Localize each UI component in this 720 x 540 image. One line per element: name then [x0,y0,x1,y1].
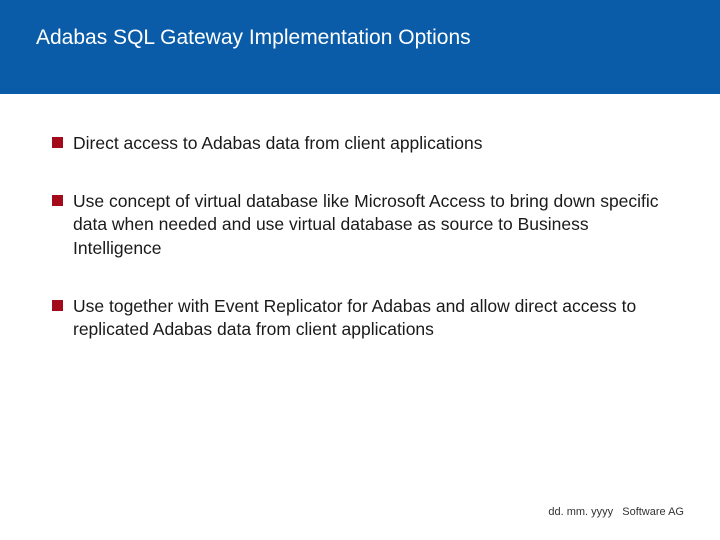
slide: Adabas SQL Gateway Implementation Option… [0,0,720,540]
footer: dd. mm. yyyy Software AG [548,506,684,518]
square-bullet-icon [52,137,63,148]
bullet-text: Direct access to Adabas data from client… [73,132,483,156]
bullet-text: Use together with Event Replicator for A… [73,295,668,342]
content-area: Direct access to Adabas data from client… [0,94,720,342]
list-item: Direct access to Adabas data from client… [52,132,668,156]
list-item: Use concept of virtual database like Mic… [52,190,668,261]
square-bullet-icon [52,195,63,206]
bullet-text: Use concept of virtual database like Mic… [73,190,668,261]
list-item: Use together with Event Replicator for A… [52,295,668,342]
footer-date: dd. mm. yyyy [548,506,613,518]
square-bullet-icon [52,300,63,311]
footer-company: Software AG [622,506,684,518]
slide-title: Adabas SQL Gateway Implementation Option… [36,26,471,49]
title-bar: Adabas SQL Gateway Implementation Option… [0,0,720,94]
